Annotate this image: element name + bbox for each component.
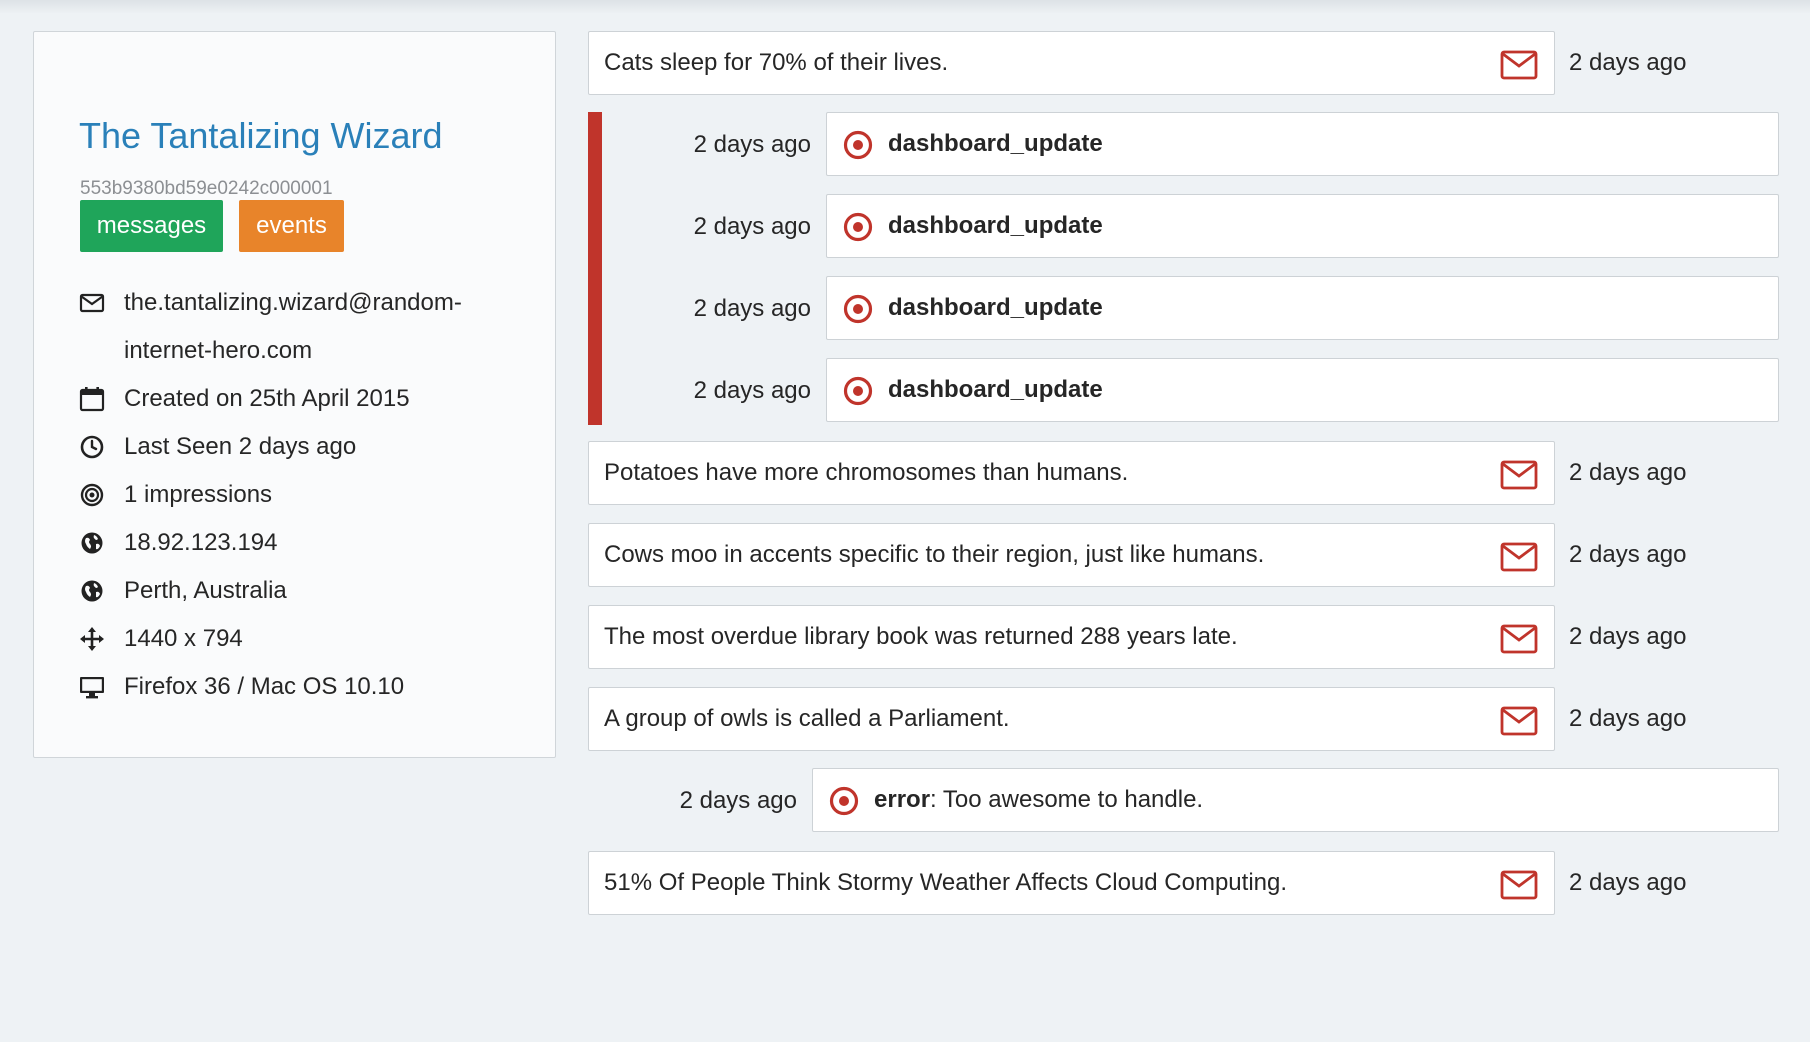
impressions-text: 1 impressions bbox=[124, 481, 273, 508]
message-time: 2 days ago bbox=[1569, 459, 1687, 486]
message-item[interactable]: 51% Of People Think Stormy Weather Affec… bbox=[588, 851, 1555, 915]
message-text: Potatoes have more chromosomes than huma… bbox=[604, 459, 1129, 486]
target-icon bbox=[843, 212, 873, 242]
event-item[interactable]: dashboard_update bbox=[826, 112, 1779, 176]
browser-text: Firefox 36 / Mac OS 10.10 bbox=[124, 673, 405, 700]
event-name-bold: dashboard_update bbox=[888, 376, 1103, 403]
message-text: Cats sleep for 70% of their lives. bbox=[604, 49, 949, 76]
target-icon bbox=[843, 376, 873, 406]
message-time: 2 days ago bbox=[1569, 623, 1687, 650]
error-event-time: 2 days ago bbox=[679, 787, 797, 814]
move-arrows-icon bbox=[78, 625, 106, 653]
event-item[interactable]: dashboard_update bbox=[826, 276, 1779, 340]
target-icon bbox=[829, 786, 859, 816]
messages-tag[interactable]: messages bbox=[80, 200, 223, 252]
event-name: dashboard_update bbox=[888, 195, 1103, 257]
target-icon bbox=[843, 130, 873, 160]
event-time: 2 days ago bbox=[693, 295, 811, 322]
created-text: Created on 25th April 2015 bbox=[124, 385, 410, 412]
event-name: dashboard_update bbox=[888, 113, 1103, 175]
message-item[interactable]: Cows moo in accents specific to their re… bbox=[588, 523, 1555, 587]
message-text: Cows moo in accents specific to their re… bbox=[604, 541, 1265, 568]
message-item[interactable]: The most overdue library book was return… bbox=[588, 605, 1555, 669]
envelope-icon[interactable] bbox=[1500, 870, 1538, 900]
message-text: A group of owls is called a Parliament. bbox=[604, 705, 1010, 732]
envelope-icon[interactable] bbox=[1500, 706, 1538, 736]
message-item[interactable]: Cats sleep for 70% of their lives. bbox=[588, 31, 1555, 95]
envelope-icon bbox=[78, 289, 106, 317]
monitor-icon bbox=[78, 673, 106, 701]
error-event-item[interactable]: error: Too awesome to handle. bbox=[812, 768, 1779, 832]
envelope-icon[interactable] bbox=[1500, 460, 1538, 490]
event-item[interactable]: dashboard_update bbox=[826, 358, 1779, 422]
email-text: the.tantalizing.wizard@random- internet-… bbox=[124, 279, 524, 375]
message-time: 2 days ago bbox=[1569, 541, 1687, 568]
envelope-icon[interactable] bbox=[1500, 624, 1538, 654]
message-time: 2 days ago bbox=[1569, 49, 1687, 76]
clock-icon bbox=[78, 433, 106, 461]
event-name-bold: dashboard_update bbox=[888, 130, 1103, 157]
message-text: 51% Of People Think Stormy Weather Affec… bbox=[604, 869, 1288, 896]
event-time: 2 days ago bbox=[693, 377, 811, 404]
event-time: 2 days ago bbox=[693, 213, 811, 240]
top-shadow bbox=[0, 0, 1810, 14]
message-text: The most overdue library book was return… bbox=[604, 623, 1238, 650]
event-item[interactable]: dashboard_update bbox=[826, 194, 1779, 258]
ip-text: 18.92.123.194 bbox=[124, 529, 278, 556]
error-event-name: error bbox=[874, 786, 931, 813]
envelope-icon[interactable] bbox=[1500, 50, 1538, 80]
user-id: 553b9380bd59e0242c000001 bbox=[80, 178, 333, 199]
error-event-text: error: Too awesome to handle. bbox=[874, 769, 1203, 831]
event-name: dashboard_update bbox=[888, 277, 1103, 339]
last-seen-text: Last Seen 2 days ago bbox=[124, 433, 357, 460]
user-profile-card: The Tantalizing Wizard 553b9380bd59e0242… bbox=[33, 31, 556, 758]
message-time: 2 days ago bbox=[1569, 705, 1687, 732]
calendar-icon bbox=[78, 385, 106, 413]
bullseye-icon bbox=[78, 481, 106, 509]
target-icon bbox=[843, 294, 873, 324]
user-name[interactable]: The Tantalizing Wizard bbox=[79, 116, 443, 156]
globe-icon bbox=[78, 577, 106, 605]
message-item[interactable]: Potatoes have more chromosomes than huma… bbox=[588, 441, 1555, 505]
event-name-bold: dashboard_update bbox=[888, 294, 1103, 321]
envelope-icon[interactable] bbox=[1500, 542, 1538, 572]
message-time: 2 days ago bbox=[1569, 869, 1687, 896]
resolution-text: 1440 x 794 bbox=[124, 625, 243, 652]
event-name: dashboard_update bbox=[888, 359, 1103, 421]
event-time: 2 days ago bbox=[693, 131, 811, 158]
error-event-detail: : Too awesome to handle. bbox=[930, 786, 1204, 813]
email-line-2: internet-hero.com bbox=[124, 337, 313, 364]
location-text: Perth, Australia bbox=[124, 577, 287, 604]
email-line-1: the.tantalizing.wizard@random- bbox=[124, 289, 462, 316]
globe-icon bbox=[78, 529, 106, 557]
events-tag[interactable]: events bbox=[239, 200, 344, 252]
event-name-bold: dashboard_update bbox=[888, 212, 1103, 239]
message-item[interactable]: A group of owls is called a Parliament. bbox=[588, 687, 1555, 751]
